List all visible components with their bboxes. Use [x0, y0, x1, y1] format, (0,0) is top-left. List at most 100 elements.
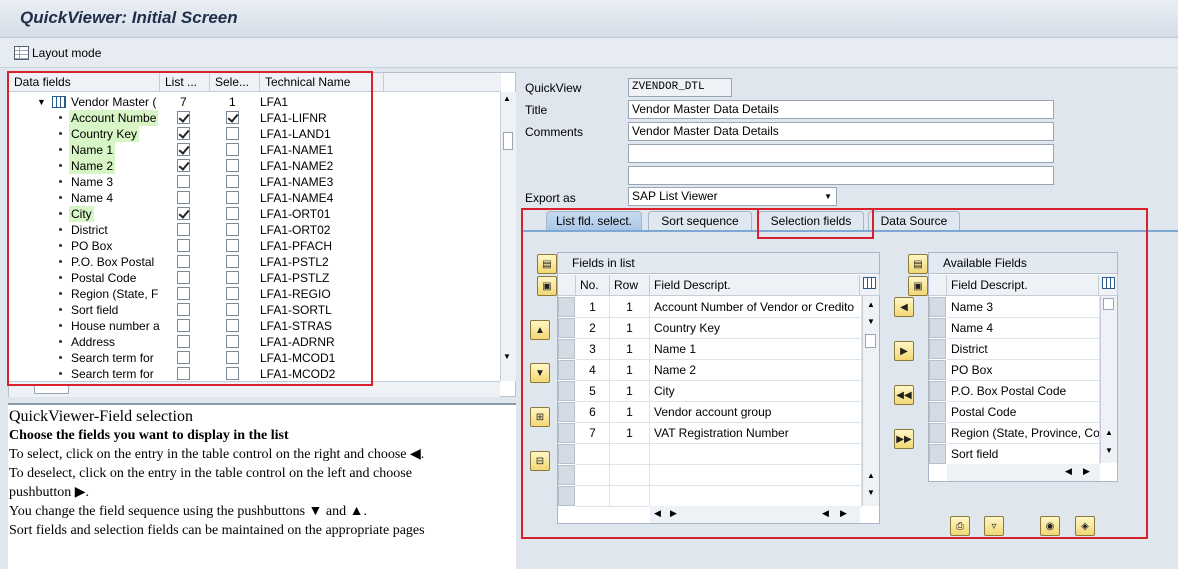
available-deselect-all-button[interactable]: ▣	[908, 276, 928, 296]
tree-row[interactable]: District LFA1-ORT02	[9, 222, 500, 238]
fields-in-list-cell-row[interactable]: 1	[610, 318, 650, 339]
empty-cell[interactable]	[610, 465, 650, 486]
comments-input-1[interactable]: Vendor Master Data Details	[628, 122, 1054, 141]
list-checkbox[interactable]	[177, 143, 190, 156]
available-field-cell[interactable]: Region (State, Province, Co	[947, 423, 1100, 444]
scroll-thumb[interactable]	[1103, 298, 1114, 310]
available-fields-scrollbar[interactable]: ▲ ▼	[1100, 296, 1117, 463]
selection-checkbox[interactable]	[226, 159, 239, 172]
list-checkbox[interactable]	[177, 175, 190, 188]
available-field-cell[interactable]: PO Box	[947, 360, 1100, 381]
layout-mode-button[interactable]: Layout mode	[14, 43, 101, 63]
tree-row[interactable]: Country Key LFA1-LAND1	[9, 126, 500, 142]
list-checkbox[interactable]	[177, 303, 190, 316]
scroll-left-icon[interactable]: ◀	[1065, 466, 1072, 477]
header-row[interactable]: Row	[610, 275, 650, 296]
fields-in-list-cell-row[interactable]: 1	[610, 402, 650, 423]
tree-row-root[interactable]: ▼ Vendor Master (7 1 LFA1	[9, 94, 500, 110]
row-selector[interactable]	[929, 297, 946, 317]
selection-checkbox[interactable]	[226, 239, 239, 252]
header-no[interactable]: No.	[576, 275, 610, 296]
available-field-cell[interactable]: Sort field	[947, 444, 1100, 465]
tree-vertical-scrollbar[interactable]: ▲ ▼	[500, 92, 516, 381]
fields-in-list-cell-row[interactable]: 1	[610, 423, 650, 444]
tree-row[interactable]: Search term for LFA1-MCOD1	[9, 350, 500, 366]
tree-row[interactable]: Name 1 LFA1-NAME1	[9, 142, 500, 158]
row-selector[interactable]	[929, 318, 946, 338]
tab-sort-sequence[interactable]: Sort sequence	[648, 211, 752, 231]
tree-row[interactable]: Account Numbe LFA1-LIFNR	[9, 110, 500, 126]
list-checkbox[interactable]	[177, 287, 190, 300]
comments-input-3[interactable]	[628, 166, 1054, 185]
tree-horizontal-scrollbar[interactable]	[9, 381, 500, 397]
selection-checkbox[interactable]	[226, 223, 239, 236]
fields-in-list-cell-no[interactable]: 5	[576, 381, 610, 402]
selection-checkbox[interactable]	[226, 111, 239, 124]
tree-row[interactable]: Postal Code LFA1-PSTLZ	[9, 270, 500, 286]
row-selector[interactable]	[929, 360, 946, 380]
list-checkbox[interactable]	[177, 159, 190, 172]
tree-row[interactable]: PO Box LFA1-PFACH	[9, 238, 500, 254]
selection-checkbox[interactable]	[226, 319, 239, 332]
fields-in-list-cell-row[interactable]: 1	[610, 339, 650, 360]
selection-checkbox[interactable]	[226, 143, 239, 156]
tree-row[interactable]: City LFA1-ORT01	[9, 206, 500, 222]
chevron-down-icon[interactable]: ▼	[824, 188, 832, 205]
fields-in-list-cell-no[interactable]: 2	[576, 318, 610, 339]
scroll-right-icon[interactable]: ▶	[1083, 466, 1090, 477]
header-field-descript[interactable]: Field Descript.	[650, 275, 860, 296]
available-select-all-cell[interactable]	[929, 275, 947, 296]
scroll-up-icon[interactable]: ▲	[1105, 428, 1113, 437]
list-checkbox[interactable]	[177, 127, 190, 140]
row-selector[interactable]	[558, 402, 575, 422]
row-selector[interactable]	[558, 339, 575, 359]
tree-row[interactable]: Region (State, F LFA1-REGIO	[9, 286, 500, 302]
scroll-left-icon-end[interactable]: ◀	[822, 508, 829, 519]
tree-row[interactable]: Sort field LFA1-SORTL	[9, 302, 500, 318]
empty-cell[interactable]	[650, 465, 862, 486]
find-next-button[interactable]: ◈	[1075, 516, 1095, 536]
select-all-button[interactable]: ▤	[537, 254, 557, 274]
select-all-cell[interactable]	[558, 275, 576, 296]
tree-row[interactable]: Name 4 LFA1-NAME4	[9, 190, 500, 206]
tab-selection-fields[interactable]: Selection fields	[758, 211, 864, 231]
available-select-all-button[interactable]: ▤	[908, 254, 928, 274]
row-selector[interactable]	[558, 297, 575, 317]
tree-row[interactable]: House number a LFA1-STRAS	[9, 318, 500, 334]
scroll-right-icon-end[interactable]: ▶	[840, 508, 847, 519]
list-checkbox[interactable]	[177, 111, 190, 124]
fields-in-list-cell-no[interactable]: 6	[576, 402, 610, 423]
print-button[interactable]: ⎙	[950, 516, 970, 536]
available-column-settings-icon[interactable]	[1099, 275, 1118, 296]
list-checkbox[interactable]	[177, 239, 190, 252]
selection-checkbox[interactable]	[226, 351, 239, 364]
selection-checkbox[interactable]	[226, 303, 239, 316]
row-selector[interactable]	[558, 444, 575, 464]
row-selector[interactable]	[558, 360, 575, 380]
empty-cell[interactable]	[576, 486, 610, 507]
row-selector[interactable]	[929, 444, 946, 464]
row-selector[interactable]	[929, 402, 946, 422]
empty-cell[interactable]	[576, 465, 610, 486]
selection-checkbox[interactable]	[226, 207, 239, 220]
selection-checkbox[interactable]	[226, 191, 239, 204]
list-checkbox[interactable]	[177, 319, 190, 332]
tab-data-source[interactable]: Data Source	[868, 211, 960, 231]
column-settings-icon[interactable]	[860, 275, 880, 296]
row-selector[interactable]	[558, 381, 575, 401]
fields-in-list-cell-no[interactable]: 4	[576, 360, 610, 381]
export-as-select[interactable]: SAP List Viewer ▼	[628, 187, 837, 206]
fields-in-list-cell-row[interactable]: 1	[610, 360, 650, 381]
move-up-button[interactable]: ▲	[530, 320, 550, 340]
deselect-all-button[interactable]: ▣	[537, 276, 557, 296]
scroll-down-icon-bottom[interactable]: ▼	[867, 488, 875, 497]
scroll-down-icon[interactable]: ▼	[503, 352, 511, 361]
delete-row-button[interactable]: ⊟	[530, 451, 550, 471]
empty-cell[interactable]	[650, 486, 862, 507]
list-checkbox[interactable]	[177, 207, 190, 220]
move-down-button[interactable]: ▼	[530, 363, 550, 383]
empty-cell[interactable]	[576, 444, 610, 465]
empty-cell[interactable]	[610, 486, 650, 507]
list-checkbox[interactable]	[177, 367, 190, 380]
add-field-button[interactable]: ◀	[894, 297, 914, 317]
